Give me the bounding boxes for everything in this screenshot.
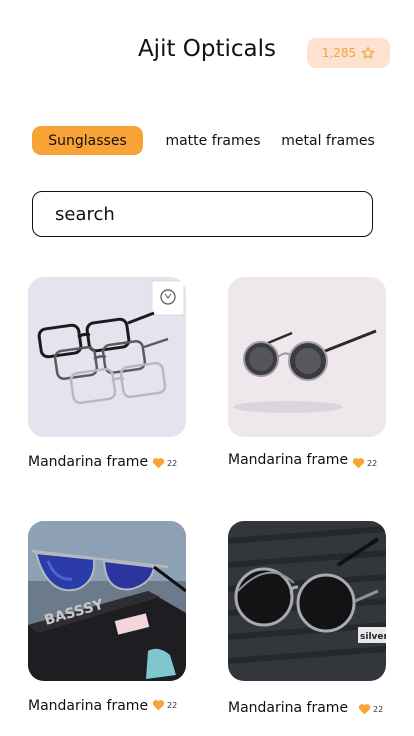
product-image[interactable]: BASSSY [28, 521, 186, 681]
like-count[interactable]: 22 [152, 457, 177, 469]
category-tabs: Sunglasses matte frames metal frames [0, 126, 414, 156]
search-box [32, 191, 373, 237]
product-image[interactable] [28, 277, 186, 437]
product-meta: Mandarina frame 22 [228, 700, 398, 720]
tab-sunglasses[interactable]: Sunglasses [32, 126, 143, 155]
blue-mirror-sunglasses-on-box-photo: BASSSY [28, 521, 186, 681]
product-image[interactable]: silver [228, 521, 386, 681]
star-outline-icon [361, 46, 375, 59]
tab-metal-frames[interactable]: metal frames [280, 126, 376, 155]
product-card[interactable]: Mandarina frame 22 [28, 277, 186, 470]
like-count-value: 22 [167, 700, 178, 710]
product-meta: Mandarina frame 22 [28, 698, 198, 718]
product-name: Mandarina frame [228, 700, 349, 716]
product-name: Mandarina frame [28, 698, 149, 714]
points-value: 1,285 [321, 46, 357, 60]
product-name: Mandarina frame [228, 452, 349, 468]
svg-text:silver: silver [360, 632, 386, 642]
like-count-value: 22 [167, 458, 178, 468]
tab-matte-frames[interactable]: matte frames [162, 126, 264, 155]
product-card[interactable]: BASSSY Mandarina frame 22 [28, 521, 186, 714]
round-steampunk-sunglasses-photo [228, 277, 386, 437]
like-count[interactable]: 22 [152, 699, 177, 711]
product-image[interactable] [228, 277, 386, 437]
product-name: Mandarina frame [28, 454, 149, 470]
product-meta: Mandarina frame 22 [28, 454, 198, 474]
product-card[interactable]: silver Mandarina frame 22 [228, 521, 386, 716]
clear-eyeglass-frames-photo [28, 277, 186, 437]
like-count-value: 22 [367, 458, 378, 468]
like-count[interactable]: 22 [358, 703, 383, 715]
search-input[interactable] [33, 192, 372, 236]
heart-icon [352, 458, 365, 469]
points-badge[interactable]: 1,285 [307, 38, 390, 68]
like-count[interactable]: 22 [352, 457, 377, 469]
product-meta: Mandarina frame 22 [228, 452, 398, 472]
like-count-value: 22 [373, 704, 384, 714]
heart-icon [152, 458, 165, 469]
flip-up-round-sunglasses-photo: silver [228, 521, 386, 681]
heart-icon [358, 704, 371, 715]
heart-icon [152, 700, 165, 711]
product-card[interactable]: Mandarina frame 22 [228, 277, 386, 469]
